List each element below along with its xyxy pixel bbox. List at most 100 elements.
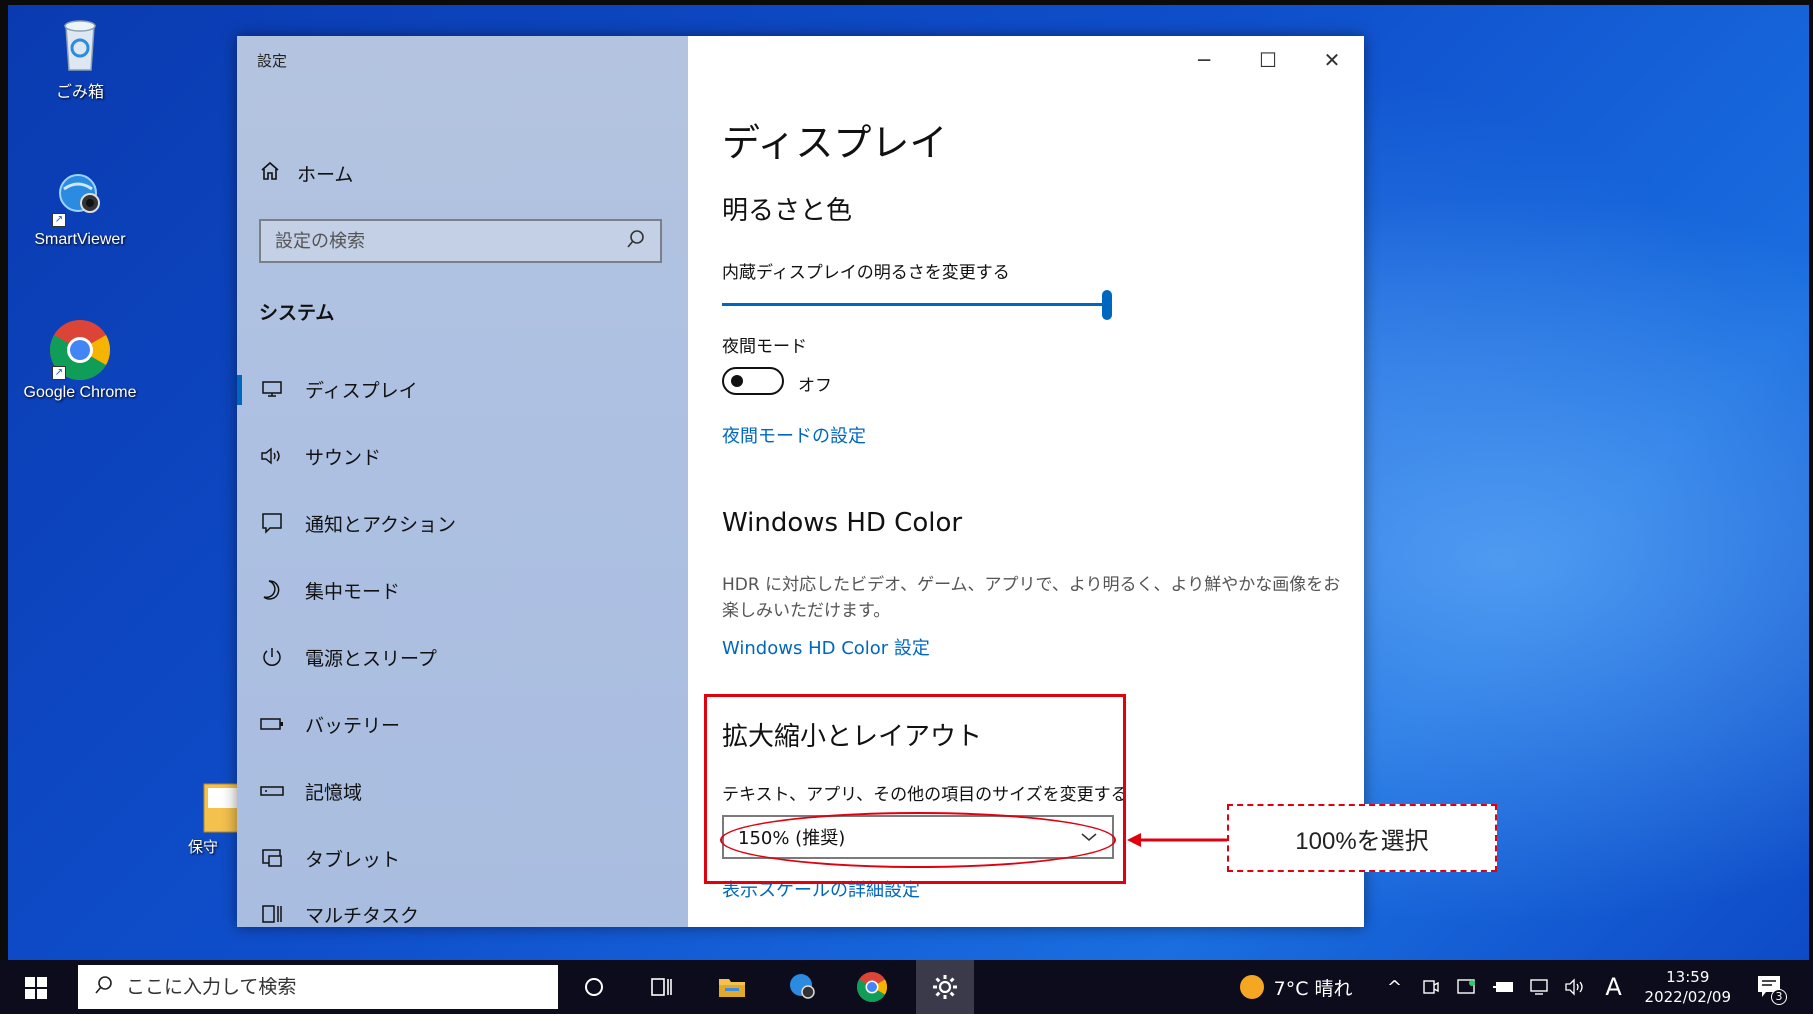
- nav-item-battery[interactable]: バッテリー: [237, 700, 688, 748]
- volume-icon[interactable]: [1563, 975, 1587, 999]
- nav-item-label: マルチタスク: [305, 904, 420, 927]
- nav-home[interactable]: ホーム: [259, 160, 353, 187]
- screen-frame-top: [0, 0, 1813, 5]
- clock-time: 13:59: [1666, 968, 1710, 986]
- hdr-settings-link[interactable]: Windows HD Color 設定: [722, 634, 930, 660]
- moon-icon: [259, 577, 285, 603]
- nav-item-storage[interactable]: 記憶域: [237, 767, 688, 815]
- settings-nav-pane: 設定 ホーム システム ディスプレイ サウンド: [237, 36, 688, 927]
- nav-item-multitasking[interactable]: マルチタスク: [237, 901, 688, 927]
- ime-indicator[interactable]: A: [1599, 973, 1629, 1001]
- brightness-slider-label: 内蔵ディスプレイの明るさを変更する: [722, 263, 1010, 283]
- shortcut-arrow-icon: ↗: [52, 366, 66, 380]
- windows-start-button[interactable]: [24, 976, 48, 1000]
- window-title: 設定: [257, 52, 288, 70]
- battery-icon: [259, 711, 285, 737]
- nav-item-tablet[interactable]: タブレット: [237, 834, 688, 882]
- hdr-description: HDR に対応したビデオ、ゲーム、アプリで、より明るく、より鮮やかな画像をお楽し…: [722, 575, 1341, 621]
- weather-widget[interactable]: 7°C 晴れ: [1239, 974, 1353, 1001]
- taskbar: 7°C 晴れ ^ A 13:59 2022/02/09 3: [0, 960, 1813, 1014]
- gear-icon: [933, 975, 957, 999]
- night-mode-label: 夜間モード: [722, 337, 807, 357]
- screen-frame-left: [0, 0, 8, 960]
- settings-search-input[interactable]: [275, 230, 595, 252]
- recycle-bin-icon: [48, 12, 112, 76]
- action-center-button[interactable]: 3: [1749, 967, 1789, 1007]
- monitor-icon: [259, 376, 285, 402]
- annotation-ellipse: [720, 812, 1116, 868]
- app-tray-icon[interactable]: [1455, 975, 1479, 999]
- taskbar-clock[interactable]: 13:59 2022/02/09: [1645, 967, 1731, 1007]
- nav-item-label: サウンド: [305, 446, 382, 469]
- smartviewer-icon: ↗: [48, 165, 112, 229]
- desktop-icon-google-chrome[interactable]: ↗ Google Chrome: [20, 318, 140, 402]
- annotation-callout: 100%を選択: [1227, 804, 1497, 872]
- nav-item-notifications[interactable]: 通知とアクション: [237, 499, 688, 547]
- home-icon: [259, 160, 281, 187]
- desktop-icon-recycle-bin[interactable]: ごみ箱: [20, 12, 140, 102]
- search-icon: [94, 975, 114, 999]
- speaker-icon: [259, 443, 285, 469]
- taskbar-search-box[interactable]: [78, 965, 558, 1009]
- maximize-button[interactable]: ☐: [1236, 36, 1300, 84]
- taskbar-chrome[interactable]: [852, 967, 892, 1007]
- cortana-button[interactable]: [574, 967, 614, 1007]
- smartviewer-icon: [790, 974, 815, 999]
- taskbar-search-input[interactable]: [126, 976, 526, 998]
- nav-item-label: 集中モード: [305, 580, 401, 603]
- nav-item-label: 通知とアクション: [305, 513, 457, 536]
- page-title: ディスプレイ: [722, 121, 948, 165]
- search-icon[interactable]: [626, 229, 646, 253]
- nav-item-power-sleep[interactable]: 電源とスリープ: [237, 633, 688, 681]
- screen-frame-right: [1809, 0, 1813, 960]
- hdr-heading: Windows HD Color: [722, 508, 963, 538]
- task-view-icon: [651, 978, 672, 996]
- annotation-arrow-icon: [1127, 833, 1227, 847]
- meet-now-icon[interactable]: [1419, 975, 1443, 999]
- settings-search-box[interactable]: [259, 219, 662, 263]
- nav-item-label: タブレット: [305, 848, 401, 871]
- tablet-icon: [259, 845, 285, 871]
- slider-thumb[interactable]: [1102, 290, 1112, 320]
- night-mode-state: オフ: [798, 376, 832, 396]
- notification-count-badge: 3: [1771, 989, 1787, 1005]
- night-mode-settings-link[interactable]: 夜間モードの設定: [722, 422, 866, 448]
- weather-text: 7°C 晴れ: [1273, 977, 1353, 1000]
- chrome-icon: ↗: [48, 318, 112, 382]
- taskbar-smartviewer[interactable]: [782, 967, 822, 1007]
- file-explorer-icon: [719, 979, 745, 997]
- taskbar-settings[interactable]: [916, 960, 974, 1014]
- task-view-button[interactable]: [642, 967, 682, 1007]
- notification-icon: [259, 510, 285, 536]
- night-mode-toggle[interactable]: [722, 367, 784, 395]
- sun-icon: [1239, 975, 1264, 999]
- brightness-slider[interactable]: [722, 290, 1112, 320]
- nav-item-label: ディスプレイ: [305, 379, 418, 402]
- system-tray: 7°C 晴れ ^ A 13:59 2022/02/09 3: [1239, 960, 1813, 1014]
- nav-item-label: 電源とスリープ: [305, 647, 437, 670]
- nav-section-title: システム: [259, 302, 335, 324]
- chrome-icon: [857, 972, 888, 1003]
- storage-icon: [259, 778, 285, 804]
- nav-item-sound[interactable]: サウンド: [237, 432, 688, 480]
- close-button[interactable]: ✕: [1300, 36, 1364, 84]
- taskbar-explorer[interactable]: [712, 967, 752, 1007]
- chevron-up-icon[interactable]: ^: [1383, 975, 1407, 999]
- network-icon[interactable]: [1527, 975, 1551, 999]
- nav-home-label: ホーム: [297, 164, 354, 186]
- battery-icon[interactable]: [1491, 975, 1515, 999]
- slider-track: [722, 303, 1104, 306]
- desktop-icon-label: SmartViewer: [34, 231, 126, 248]
- toggle-knob: [731, 375, 743, 387]
- shortcut-arrow-icon: ↗: [52, 213, 66, 227]
- nav-item-display[interactable]: ディスプレイ: [237, 365, 688, 413]
- multitask-icon: [259, 901, 285, 927]
- cortana-icon: [585, 978, 603, 996]
- nav-item-focus-assist[interactable]: 集中モード: [237, 566, 688, 614]
- clock-date: 2022/02/09: [1644, 988, 1731, 1006]
- desktop-icon-smartviewer[interactable]: ↗ SmartViewer: [20, 165, 140, 249]
- desktop-icon-label: ごみ箱: [55, 84, 104, 101]
- minimize-button[interactable]: ─: [1172, 36, 1236, 84]
- window-controls: ─ ☐ ✕: [1172, 36, 1364, 84]
- nav-item-label: 記憶域: [305, 781, 363, 804]
